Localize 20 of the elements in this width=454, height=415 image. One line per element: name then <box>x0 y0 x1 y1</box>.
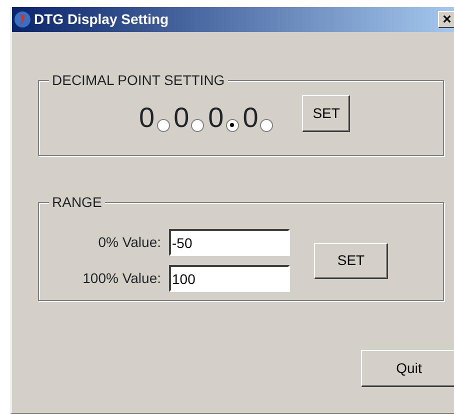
digit: 0 <box>242 104 258 132</box>
quit-button[interactable]: Quit <box>361 350 454 387</box>
digit: 0 <box>139 104 155 132</box>
radio-button[interactable] <box>260 118 274 132</box>
input-field[interactable]: 100 <box>169 265 290 292</box>
set-button[interactable]: SET <box>314 242 388 278</box>
group-title: DECIMAL POINT SETTING <box>49 72 228 88</box>
digit: 0 <box>174 104 190 132</box>
digit: 0 <box>208 104 224 132</box>
window-title: DTG Display Setting <box>34 10 169 29</box>
group-title: RANGE <box>49 194 105 210</box>
input-field[interactable]: -50 <box>169 229 290 256</box>
radio-button[interactable] <box>226 118 239 132</box>
set-button[interactable]: SET <box>302 95 350 132</box>
globe-icon <box>14 11 31 28</box>
field-label: 100% Value: <box>82 269 161 288</box>
radio-button[interactable] <box>156 118 170 132</box>
radio-button[interactable] <box>191 118 204 132</box>
field-label: 0% Value: <box>97 233 161 252</box>
close-button[interactable]: × <box>438 11 454 28</box>
